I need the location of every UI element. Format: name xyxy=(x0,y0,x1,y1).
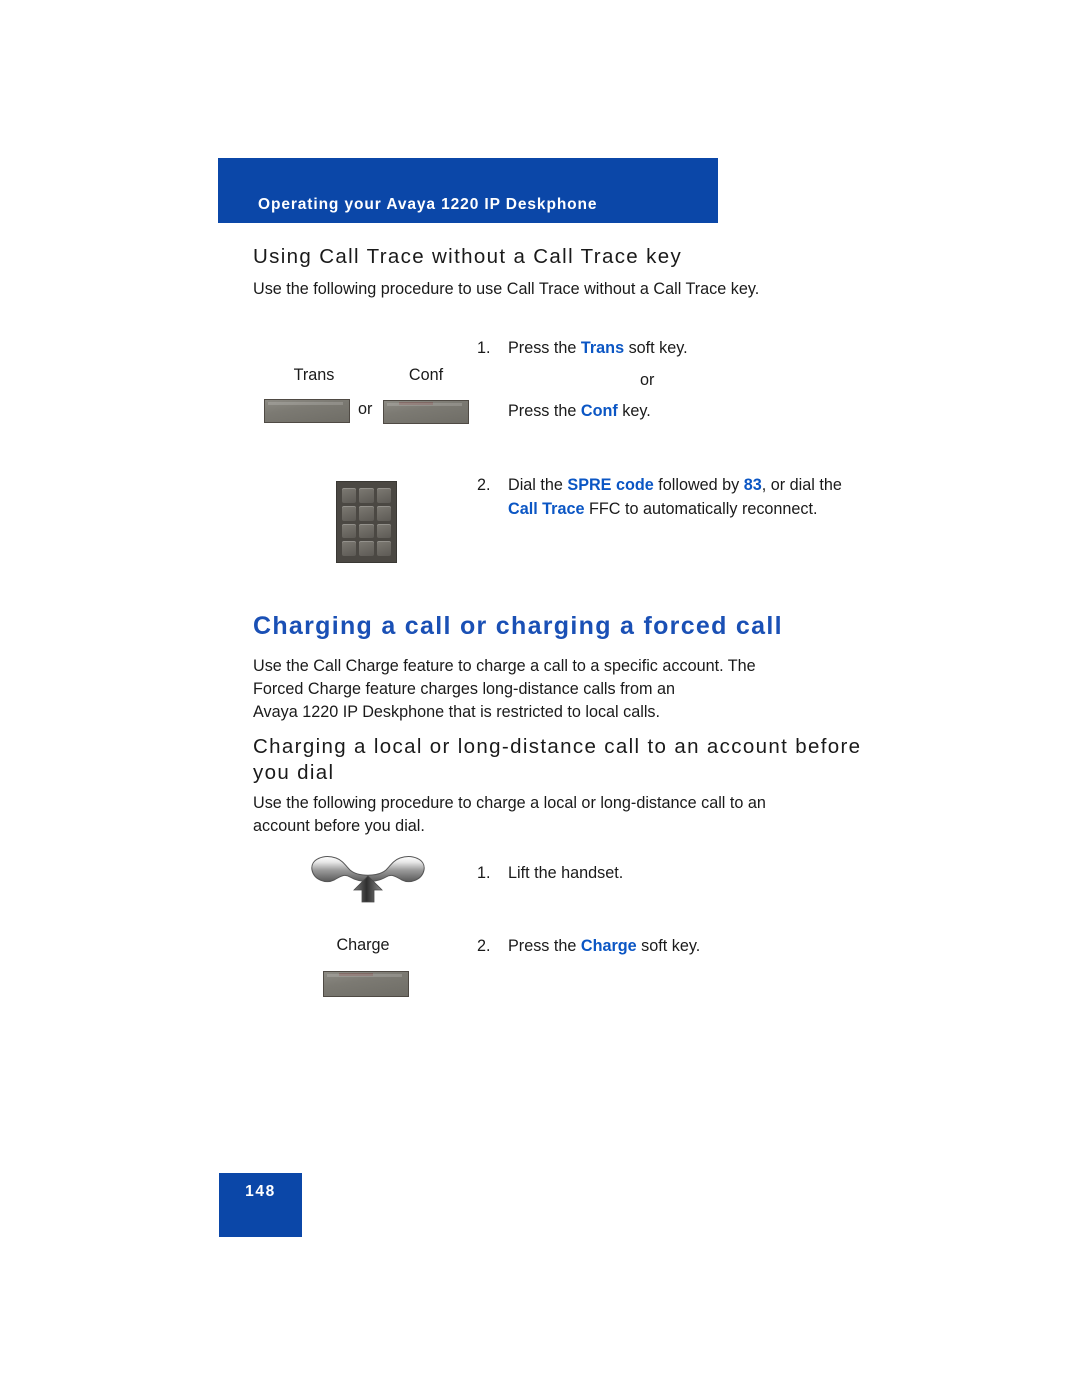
charge-key-label: Charge xyxy=(336,936,390,954)
step-number-1-call-trace: 1. xyxy=(477,339,491,357)
step-2-call-trace-text: Dial the SPRE code followed by 83, or di… xyxy=(508,474,848,521)
step-number-2-call-trace: 2. xyxy=(477,476,491,494)
between-keys-or-label: or xyxy=(358,400,373,418)
dialpad-key xyxy=(376,488,391,503)
dialpad-key xyxy=(359,523,374,539)
charging-paragraph-line-1: Use the Call Charge feature to charge a … xyxy=(253,657,756,675)
dialpad-key xyxy=(359,541,374,556)
dialpad-key xyxy=(342,505,357,521)
keyword-spre-code: SPRE code xyxy=(567,476,654,494)
step-1-call-trace-line2: Press the Conf key. xyxy=(508,400,848,424)
step-1-charging-text: Lift the handset. xyxy=(508,864,624,882)
dialpad-key xyxy=(342,541,357,556)
handset-lift-icon xyxy=(306,852,430,904)
step-2-t5: FFC to automatically xyxy=(584,499,738,518)
trans-softkey-icon[interactable] xyxy=(264,399,350,423)
step-number-2-charging: 2. xyxy=(477,937,491,955)
step-2c-pre: Press the xyxy=(508,937,581,955)
subsection-heading-line-2: you dial xyxy=(253,761,335,784)
step-number-1-charging: 1. xyxy=(477,864,491,882)
dialpad-key xyxy=(376,505,391,521)
call-trace-intro-text: Use the following procedure to use Call … xyxy=(253,280,760,298)
dialpad-key xyxy=(342,523,357,539)
conf-softkey-icon[interactable] xyxy=(383,400,469,424)
step-2-t4: dial the xyxy=(789,476,842,494)
step-2-t1: Dial the xyxy=(508,476,568,494)
conf-key-label: Conf xyxy=(408,366,444,384)
dialpad-icon[interactable] xyxy=(336,481,397,563)
charging-paragraph-line-2: Forced Charge feature charges long-dista… xyxy=(253,680,675,698)
charging-intro-line-2: account before you dial. xyxy=(253,817,425,835)
dialpad-key xyxy=(342,488,357,503)
step-1-call-trace-line1: Press the Trans soft key. xyxy=(508,337,848,361)
page-number: 148 xyxy=(245,1183,276,1200)
step-1b-text-post: key. xyxy=(617,402,651,420)
step-1b-text-pre: Press the xyxy=(508,402,581,420)
keyword-call-trace: Call Trace xyxy=(508,499,585,518)
charging-paragraph-line-3: Avaya 1220 IP Deskphone that is restrict… xyxy=(253,703,661,721)
step-2c-post: soft key. xyxy=(636,937,701,955)
charge-softkey-icon[interactable] xyxy=(323,971,409,997)
charging-intro-line-1: Use the following procedure to charge a … xyxy=(253,794,766,812)
page-number-box: 148 xyxy=(219,1173,302,1237)
dialpad-key xyxy=(376,541,391,556)
step-2-t3: , or xyxy=(761,476,786,494)
section-heading-call-trace: Using Call Trace without a Call Trace ke… xyxy=(253,245,683,268)
keyword-charge: Charge xyxy=(580,937,637,955)
header-banner-title: Operating your Avaya 1220 IP Deskphone xyxy=(258,196,598,213)
subsection-heading-line-1: Charging a local or long-distance call t… xyxy=(253,735,862,758)
keyword-conf: Conf xyxy=(580,402,618,420)
step-1-text-post: soft key. xyxy=(624,339,688,357)
step-2-t6: reconnect. xyxy=(741,499,818,518)
document-page: Operating your Avaya 1220 IP Deskphone U… xyxy=(0,0,1080,1397)
keyword-trans: Trans xyxy=(580,339,625,357)
dialpad-key xyxy=(359,505,374,521)
step-2-t2: followed by xyxy=(653,476,744,494)
dialpad-key xyxy=(376,523,391,539)
keyword-83: 83 xyxy=(743,476,762,494)
header-banner: Operating your Avaya 1220 IP Deskphone xyxy=(218,158,718,223)
section-heading-charging: Charging a call or charging a forced cal… xyxy=(253,612,783,640)
step-1-text-pre: Press the xyxy=(508,339,581,357)
step-2-charging-text: Press the Charge soft key. xyxy=(508,935,848,959)
dialpad-key xyxy=(359,488,374,503)
step-1-or-separator: or xyxy=(640,371,655,389)
trans-key-label: Trans xyxy=(293,366,335,384)
